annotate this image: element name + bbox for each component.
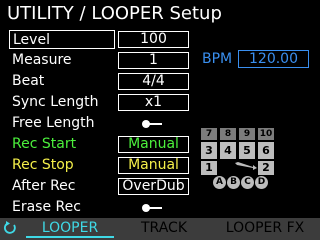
param-value-rec-stop[interactable]: Manual xyxy=(118,157,189,174)
pedal-key-1: 1 xyxy=(201,161,217,175)
erase-rec-toggle[interactable] xyxy=(142,204,162,212)
pedal-circle-c: C xyxy=(241,176,254,189)
param-value-measure[interactable]: 1 xyxy=(118,52,189,69)
tab-track[interactable]: TRACK xyxy=(122,218,206,240)
toggle-track xyxy=(148,123,162,125)
pedal-key-4: 4 xyxy=(220,142,236,159)
pedal-circle-a: A xyxy=(213,176,226,189)
back-arrow-icon[interactable] xyxy=(3,221,17,235)
param-value-sync-length[interactable]: x1 xyxy=(118,94,189,111)
param-value-rec-start[interactable]: Manual xyxy=(118,136,189,153)
bpm-value[interactable]: 120.00 xyxy=(238,50,309,68)
tab-track-label: TRACK xyxy=(141,220,187,236)
page-title: UTILITY / LOOPER Setup xyxy=(7,3,222,24)
pedal-key-8: 8 xyxy=(220,128,236,140)
param-label-measure[interactable]: Measure xyxy=(12,51,72,69)
param-value-after-rec[interactable]: OverDub xyxy=(118,178,189,195)
pedal-key-5: 5 xyxy=(239,142,255,159)
pedal-key-3: 3 xyxy=(201,142,217,159)
param-label-sync-length[interactable]: Sync Length xyxy=(12,93,98,111)
param-label-rec-stop[interactable]: Rec Stop xyxy=(12,156,74,174)
bpm-label: BPM xyxy=(202,51,233,67)
param-value-level[interactable]: 100 xyxy=(118,31,189,48)
toggle-switch-icon xyxy=(142,120,150,128)
tab-bar: LOOPER TRACK LOOPER FX xyxy=(0,218,320,240)
toggle-track xyxy=(148,207,162,209)
pedal-arrow-icon xyxy=(235,162,257,170)
tab-looper-fx[interactable]: LOOPER FX xyxy=(212,218,318,240)
tab-looper[interactable]: LOOPER xyxy=(20,218,120,240)
tab-looper-fx-label: LOOPER FX xyxy=(225,220,305,236)
param-value-beat[interactable]: 4/4 xyxy=(118,73,189,90)
free-length-toggle[interactable] xyxy=(142,120,162,128)
pedal-key-7: 7 xyxy=(201,128,217,140)
pedal-circle-d: D xyxy=(255,176,268,189)
toggle-switch-icon xyxy=(142,204,150,212)
param-label-rec-start[interactable]: Rec Start xyxy=(12,135,76,153)
pedal-key-2: 2 xyxy=(258,161,274,175)
pedal-key-9: 9 xyxy=(239,128,255,140)
tab-looper-label: LOOPER xyxy=(41,220,99,236)
param-label-beat[interactable]: Beat xyxy=(12,72,44,90)
pedal-circle-b: B xyxy=(227,176,240,189)
pedal-board-diagram: 7 8 9 10 3 4 5 6 1 2 A B C D xyxy=(201,128,276,190)
param-label-free-length[interactable]: Free Length xyxy=(12,114,94,132)
active-tab-underline xyxy=(26,236,114,238)
param-label-after-rec[interactable]: After Rec xyxy=(12,177,75,195)
param-label-level[interactable]: Level xyxy=(9,30,115,49)
param-label-erase-rec[interactable]: Erase Rec xyxy=(12,198,81,216)
pedal-key-6: 6 xyxy=(258,142,274,159)
pedal-key-10: 10 xyxy=(258,128,274,140)
